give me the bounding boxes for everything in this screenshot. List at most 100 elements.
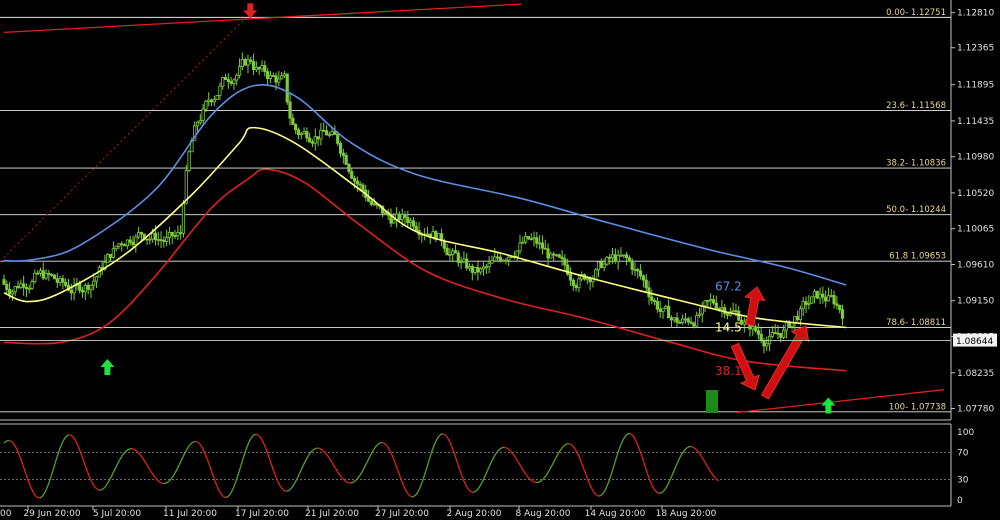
candle-body: [711, 299, 716, 304]
price-tick-label: 1.11895: [957, 81, 994, 91]
candle-body: [807, 302, 811, 305]
candle-body: [86, 284, 90, 290]
oscillator-segment: [500, 447, 503, 450]
candle-body: [151, 232, 155, 240]
candle-body: [254, 67, 258, 71]
candle-body: [33, 272, 37, 283]
candle-body: [776, 332, 780, 335]
candle-body: [108, 254, 113, 258]
candle-body: [602, 263, 606, 268]
candle-body: [731, 310, 735, 313]
oscillator-segment: [660, 491, 663, 494]
candle-body: [181, 202, 186, 234]
candle-body: [145, 238, 149, 241]
candle-body: [24, 286, 29, 290]
oscillator-segment: [318, 447, 321, 450]
candle-body: [577, 278, 581, 289]
candle-body: [804, 301, 808, 305]
candle-body: [798, 308, 803, 321]
candle-body: [313, 136, 317, 144]
candle-body: [355, 180, 359, 185]
candle-body: [765, 343, 769, 347]
candle-body: [187, 151, 191, 171]
candle-body: [83, 284, 87, 293]
candle-body: [703, 300, 707, 307]
candle-body: [159, 239, 163, 241]
candle-body: [706, 299, 710, 302]
candle-body: [515, 250, 519, 257]
time-tick-label: 8 Aug 20:00: [516, 509, 571, 519]
candle-body: [543, 247, 547, 250]
oscillator-segment: [442, 433, 445, 436]
candle-body: [773, 332, 777, 334]
candle-body: [128, 239, 132, 243]
time-tick-label: 5 Jul 20:00: [93, 509, 142, 519]
candle-body: [58, 278, 62, 283]
candle-body: [400, 214, 404, 220]
candle-body: [683, 318, 688, 321]
candle-body: [19, 283, 23, 289]
oscillator-segment: [537, 481, 541, 484]
candle-body: [16, 286, 20, 289]
candle-body: [221, 77, 225, 87]
fib-level-label: 61.8 1.09653: [889, 252, 946, 262]
candle-body: [330, 131, 334, 136]
candle-body: [801, 301, 805, 310]
candle-body: [5, 283, 9, 290]
candle-body: [686, 318, 690, 323]
price-tick-label: 1.08235: [957, 369, 994, 379]
fib-level-label: 78.6- 1.08811: [886, 318, 946, 328]
candle-body: [22, 283, 26, 288]
candle-body: [793, 316, 797, 324]
oscillator-segment: [382, 442, 386, 445]
candle-body: [655, 301, 660, 310]
candle-body: [554, 254, 559, 257]
candle-body: [610, 254, 615, 259]
time-tick-label: 2 Aug 20:00: [447, 509, 502, 519]
candle-body: [560, 256, 564, 260]
candle-body: [257, 67, 261, 70]
candle-body: [207, 99, 211, 102]
candle-body: [280, 75, 284, 80]
candle-body: [470, 266, 474, 273]
candle-body: [821, 293, 825, 298]
candle-body: [723, 307, 727, 315]
oscillator-segment: [505, 447, 508, 450]
candle-body: [52, 274, 57, 280]
candle-body: [277, 78, 281, 83]
oscillator-segment: [345, 480, 348, 483]
candle-body: [479, 268, 483, 273]
candle-body: [10, 291, 15, 295]
candle-body: [431, 231, 435, 238]
candle-body: [114, 245, 118, 250]
candle-body: [616, 254, 620, 262]
oscillator-segment: [223, 496, 226, 498]
candle-body: [824, 296, 828, 302]
candle-body: [414, 225, 418, 231]
candle-body: [459, 261, 463, 263]
candle-body: [605, 256, 609, 265]
candle-body: [762, 339, 766, 347]
candle-body: [266, 71, 270, 79]
oscillator-tick-label: 70: [957, 448, 969, 458]
candle-body: [223, 77, 228, 80]
candle-body: [411, 220, 416, 227]
oscillator-segment: [377, 442, 381, 445]
candle-body: [44, 272, 48, 279]
candle-body: [624, 254, 629, 259]
candle-body: [271, 75, 275, 78]
candle-body: [653, 300, 657, 302]
candle-body: [64, 281, 68, 286]
candle-body: [535, 237, 539, 244]
oscillator-segment: [70, 434, 73, 437]
candle-body: [692, 322, 696, 327]
candle-body: [487, 262, 491, 268]
oscillator-segment: [160, 481, 163, 484]
price-tick-label: 1.10065: [957, 225, 994, 235]
candle-body: [767, 335, 772, 345]
candle-body: [131, 241, 135, 246]
fib-level-label: 38.2- 1.10836: [886, 159, 946, 169]
candle-body: [770, 332, 774, 337]
oscillator-segment: [656, 491, 660, 494]
candle-body: [796, 316, 800, 321]
